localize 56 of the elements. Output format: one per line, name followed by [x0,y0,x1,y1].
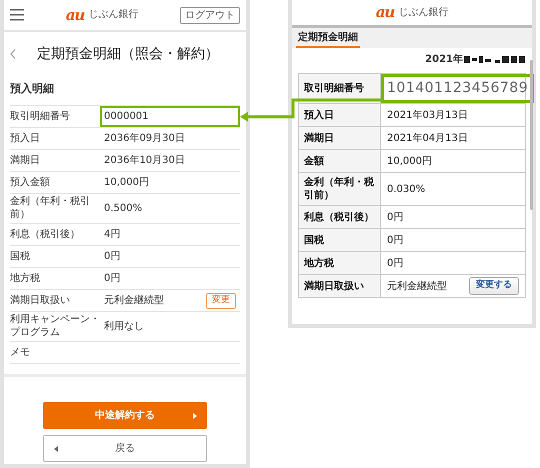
logout-button[interactable]: ログアウト [180,6,240,24]
field-value: 10,000円 [387,154,432,168]
section-title: 預入明細 [9,80,55,97]
scrollbar[interactable] [530,60,533,210]
field-label: 預入日 [10,132,40,144]
field-label: 国税 [299,229,381,251]
change-button[interactable]: 変更する [469,277,519,295]
field-label: 利用キャンペーン・プログラム [10,314,100,338]
caret-icon [193,413,197,420]
field-value: 2036年09月30日 [104,132,185,146]
field-value: 0円 [387,234,404,248]
field-value: 0円 [387,210,404,224]
field-value: 利用なし [104,320,144,334]
field-value: 0.030% [387,182,426,196]
field-label: 利息（税引後） [299,206,381,228]
field-label: 金利（年利・税引前） [10,196,90,220]
date-text: 2021年 [425,52,463,67]
back-button[interactable]: 戻る [43,435,207,462]
back-icon[interactable] [10,49,16,60]
logo-mark: au [376,5,394,20]
field-label: 預入日 [299,104,381,126]
field-value: 0円 [104,272,120,286]
field-label: 国税 [10,250,30,262]
field-label: 満期日 [299,127,381,149]
menu-icon[interactable] [10,9,24,21]
field-label: 預入金額 [10,176,50,188]
field-value: 10,000円 [104,176,149,190]
field-label: 取引明細番号 [299,74,381,103]
field-label: 満期日 [10,154,40,166]
field-label: 満期日取扱い [299,275,381,297]
field-label: 地方税 [299,252,381,274]
field-label: メモ [10,346,30,358]
field-label: 利息（税引後） [10,228,80,240]
field-value: 0.500% [104,202,142,216]
field-value: 0円 [387,256,404,270]
field-label: 取引明細番号 [10,110,70,122]
logo-mark: au [66,8,84,22]
change-button[interactable]: 変更 [206,292,236,309]
caret-icon [54,446,58,452]
logo-text: じぶん銀行 [398,8,448,18]
field-value: 2036年10月30日 [104,154,185,168]
field-value: 2021年03月13日 [387,108,468,122]
field-label: 金額 [299,150,381,172]
field-label: 満期日取扱い [10,294,70,306]
field-label: 金利（年利・税引前） [299,173,381,205]
field-value: 0円 [104,250,120,264]
field-value: 元利金継続型 [104,294,164,308]
field-value: 0000001 [104,110,149,124]
field-value: 2021年04月13日 [387,132,468,146]
field-value: 元利金継続型 [387,280,447,294]
page-title: 定期預金明細（照会・解約） [37,46,219,63]
logo-text: じぶん銀行 [88,10,138,20]
field-value: 4円 [104,228,120,242]
field-label: 地方税 [10,272,40,284]
field-value: 101401123456789 [387,79,528,98]
redacted-mark [464,55,526,64]
